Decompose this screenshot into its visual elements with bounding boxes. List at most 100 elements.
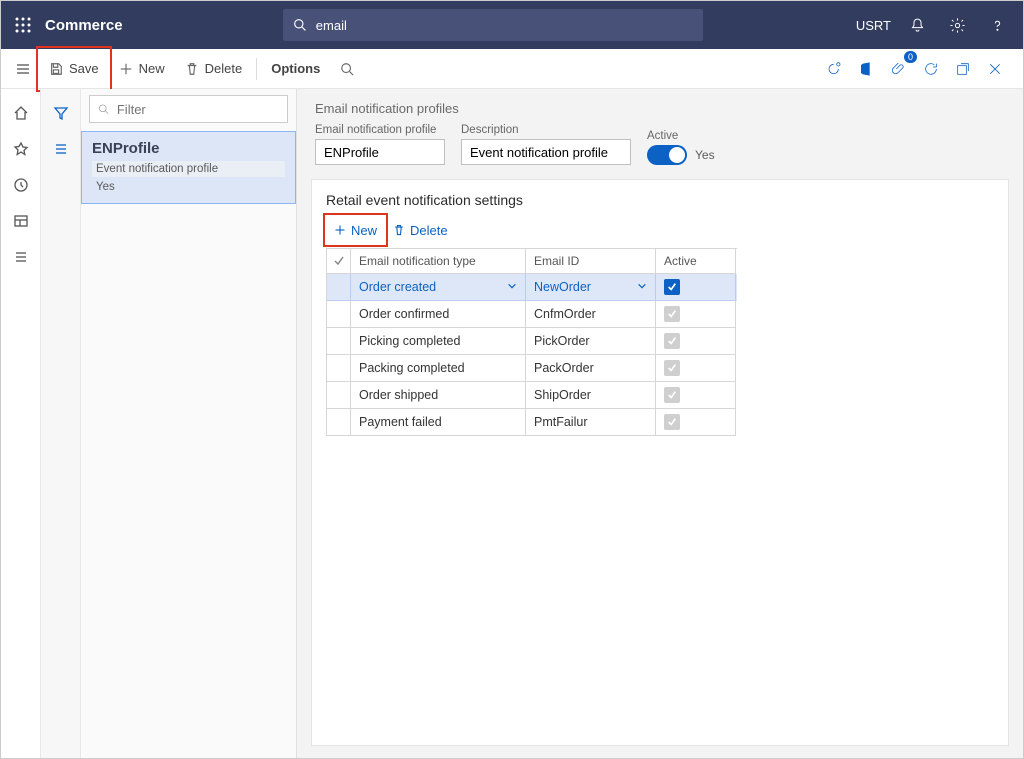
list-filter-input[interactable] [115,101,279,118]
toolbar-search-button[interactable] [330,49,364,89]
grid-new-button[interactable]: New [326,216,385,244]
col-type[interactable]: Email notification type [351,249,526,274]
plus-icon [119,62,133,76]
filter-icon[interactable] [51,103,71,123]
search-icon [340,62,354,76]
chevron-down-icon [507,280,517,294]
select-all-checkbox[interactable] [327,249,351,274]
profile-label: Email notification profile [315,124,445,136]
cell-active[interactable] [656,328,736,355]
row-select[interactable] [327,274,351,301]
cell-type[interactable]: Order shipped [351,382,526,409]
office-icon[interactable] [851,53,883,85]
list-lines-icon[interactable] [51,139,71,159]
cell-emailid[interactable]: NewOrder [526,274,656,301]
save-button-label: Save [69,61,99,76]
active-toggle[interactable] [647,145,687,165]
cell-active[interactable] [656,301,736,328]
options-button-label: Options [271,61,320,76]
grid-row[interactable]: Order createdNewOrder [327,274,737,301]
cell-emailid[interactable]: PmtFailur [526,409,656,436]
profile-input[interactable] [315,139,445,165]
notifications-icon[interactable] [897,1,937,49]
cell-active[interactable] [656,355,736,382]
refresh-icon[interactable] [915,53,947,85]
current-user[interactable]: USRT [856,18,891,33]
top-app-bar: Commerce USRT [1,1,1023,49]
active-checkbox[interactable] [664,333,680,349]
grid-delete-button[interactable]: Delete [385,216,456,244]
link-icon[interactable] [819,53,851,85]
active-label: Active [647,130,715,142]
new-button[interactable]: New [109,49,175,89]
save-button[interactable]: Save [39,49,109,89]
popout-icon[interactable] [947,53,979,85]
record-card-active: Yes [92,179,285,195]
close-icon[interactable] [979,53,1011,85]
record-list-pane: ENProfile Event notification profile Yes [81,89,297,758]
page-toolbar: Save New Delete Options 0 [1,49,1023,89]
trash-icon [393,224,405,236]
cell-type[interactable]: Order confirmed [351,301,526,328]
active-checkbox[interactable] [664,360,680,376]
attachments-icon[interactable]: 0 [883,53,915,85]
plus-icon [334,224,346,236]
global-search[interactable] [283,9,703,41]
cell-type[interactable]: Picking completed [351,328,526,355]
row-select[interactable] [327,355,351,382]
hamburger-icon[interactable] [13,59,33,79]
cell-emailid[interactable]: ShipOrder [526,382,656,409]
global-search-input[interactable] [314,17,693,34]
record-card[interactable]: ENProfile Event notification profile Yes [81,131,296,204]
modules-icon[interactable] [11,247,31,267]
search-icon [293,18,306,32]
new-button-label: New [139,61,165,76]
cell-type[interactable]: Packing completed [351,355,526,382]
row-select[interactable] [327,382,351,409]
save-icon [49,62,63,76]
help-icon[interactable] [977,1,1017,49]
description-label: Description [461,124,631,136]
search-icon [98,103,109,115]
left-nav-rail [1,89,41,758]
col-emailid[interactable]: Email ID [526,249,656,274]
row-select[interactable] [327,301,351,328]
grid-row[interactable]: Order confirmedCnfmOrder [327,301,737,328]
grid-row[interactable]: Order shippedShipOrder [327,382,737,409]
active-checkbox[interactable] [664,414,680,430]
cell-emailid[interactable]: CnfmOrder [526,301,656,328]
waffle-icon[interactable] [7,9,39,41]
grid-row[interactable]: Picking completedPickOrder [327,328,737,355]
cell-active[interactable] [656,409,736,436]
delete-button[interactable]: Delete [175,49,253,89]
cell-active[interactable] [656,382,736,409]
description-input[interactable] [461,139,631,165]
row-select[interactable] [327,409,351,436]
options-button[interactable]: Options [261,49,330,89]
active-checkbox[interactable] [664,306,680,322]
favorites-icon[interactable] [11,139,31,159]
workspaces-icon[interactable] [11,211,31,231]
recent-icon[interactable] [11,175,31,195]
notification-settings-section: Retail event notification settings New D… [311,179,1009,746]
home-icon[interactable] [11,103,31,123]
settings-gear-icon[interactable] [937,1,977,49]
active-checkbox[interactable] [664,387,680,403]
cell-active[interactable] [656,274,736,301]
active-checkbox[interactable] [664,279,680,295]
row-select[interactable] [327,328,351,355]
active-toggle-value: Yes [695,148,715,162]
trash-icon [185,62,199,76]
section-title: Retail event notification settings [326,192,994,208]
list-rail [41,89,81,758]
grid-row[interactable]: Packing completedPackOrder [327,355,737,382]
col-active[interactable]: Active [656,249,736,274]
cell-emailid[interactable]: PackOrder [526,355,656,382]
brand-title: Commerce [45,17,123,34]
main-content: Email notification profiles Email notifi… [297,89,1023,758]
cell-emailid[interactable]: PickOrder [526,328,656,355]
cell-type[interactable]: Order created [351,274,526,301]
cell-type[interactable]: Payment failed [351,409,526,436]
grid-row[interactable]: Payment failedPmtFailur [327,409,737,436]
list-filter[interactable] [89,95,288,123]
